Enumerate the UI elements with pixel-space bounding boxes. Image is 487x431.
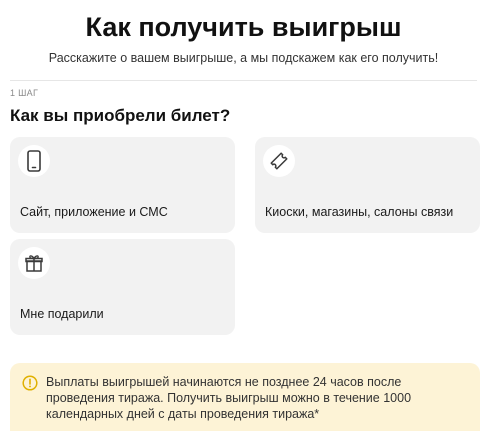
option-gift[interactable]: Мне подарили	[10, 239, 235, 335]
page: Как получить выигрыш Расскажите о вашем …	[0, 0, 487, 431]
option-kiosks-shops[interactable]: Киоски, магазины, салоны связи	[255, 137, 480, 233]
option-label: Мне подарили	[20, 307, 104, 321]
option-site-app-sms[interactable]: Сайт, приложение и СМС	[10, 137, 235, 233]
gift-icon	[18, 247, 50, 279]
option-label: Сайт, приложение и СМС	[20, 205, 168, 219]
info-icon	[22, 375, 38, 391]
smartphone-icon	[18, 145, 50, 177]
option-label: Киоски, магазины, салоны связи	[265, 205, 454, 219]
step-question: Как вы приобрели билет?	[10, 106, 231, 125]
info-notice: Выплаты выигрышей начинаются не позднее …	[10, 363, 480, 431]
ticket-icon	[263, 145, 295, 177]
page-subtitle: Расскажите о вашем выигрыше, а мы подска…	[48, 51, 439, 65]
notice-text: Выплаты выигрышей начинаются не позднее …	[46, 375, 412, 421]
page-title: Как получить выигрыш	[85, 12, 402, 42]
divider	[10, 80, 477, 81]
step-label: 1 ШАГ	[10, 88, 39, 98]
